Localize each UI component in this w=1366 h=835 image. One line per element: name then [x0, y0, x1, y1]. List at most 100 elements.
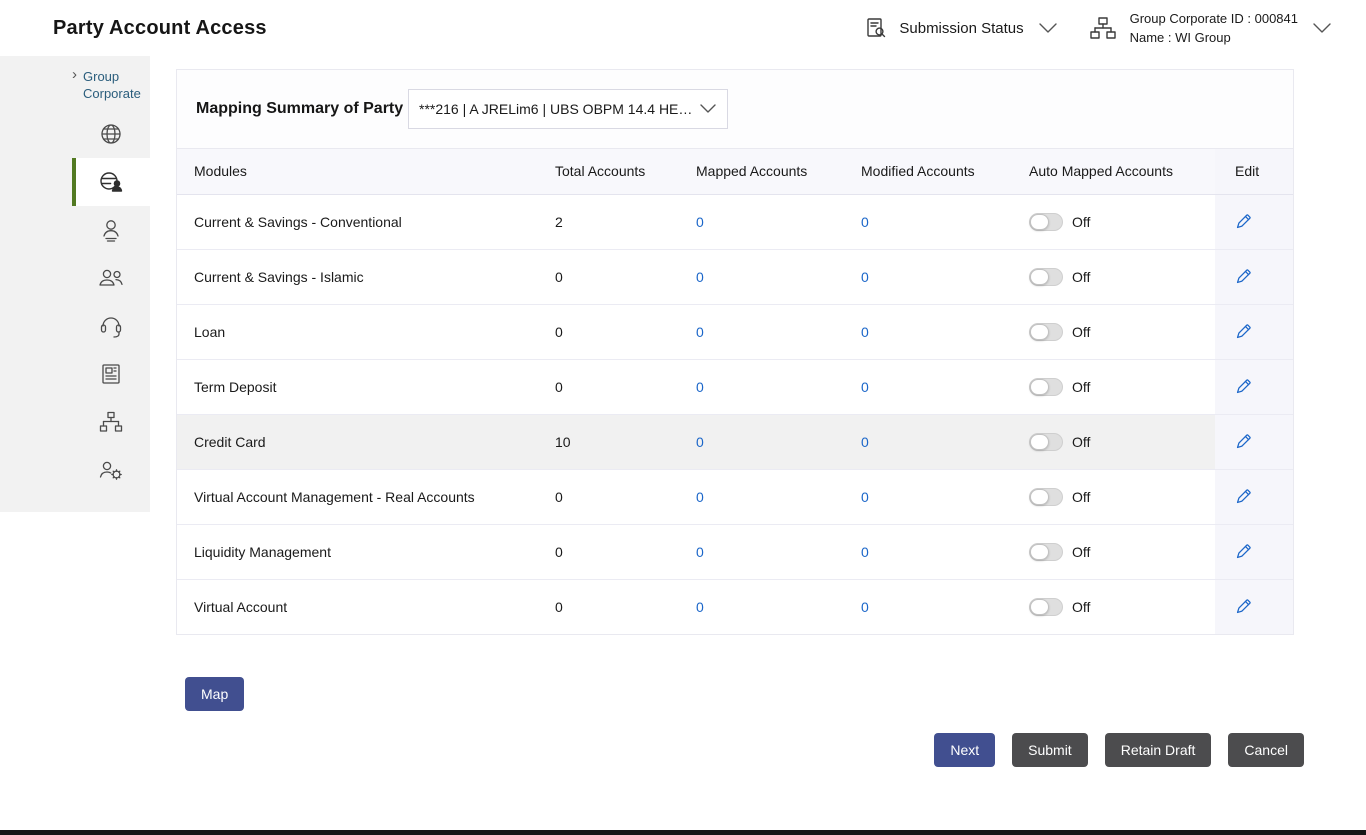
- toggle-state-label: Off: [1072, 599, 1090, 615]
- modified-accounts-link[interactable]: 0: [861, 544, 869, 560]
- toggle-state-label: Off: [1072, 269, 1090, 285]
- sidebar-item-hierarchy[interactable]: [72, 398, 150, 446]
- edit-button[interactable]: [1235, 433, 1252, 450]
- mapped-accounts-link[interactable]: 0: [696, 324, 704, 340]
- edit-pencil-icon: [1235, 213, 1252, 230]
- submission-status-label: Submission Status: [899, 20, 1023, 37]
- module-name: Liquidity Management: [177, 524, 554, 579]
- chevron-down-icon: [1312, 22, 1332, 34]
- page-title: Party Account Access: [53, 17, 267, 40]
- edit-button[interactable]: [1235, 268, 1252, 285]
- support-icon: [99, 313, 123, 339]
- modified-accounts-link[interactable]: 0: [861, 324, 869, 340]
- total-accounts-value: 0: [554, 524, 695, 579]
- table-row: Liquidity Management 0 0 0 Off: [177, 524, 1293, 579]
- mapping-summary-table: Modules Total Accounts Mapped Accounts M…: [177, 149, 1293, 634]
- report-icon: [99, 362, 123, 386]
- group-corporate-switcher[interactable]: Group Corporate ID : 000841 Name : WI Gr…: [1088, 9, 1332, 47]
- sidebar-item-user-settings[interactable]: [72, 446, 150, 494]
- edit-button[interactable]: [1235, 543, 1252, 560]
- col-auto-mapped-accounts: Auto Mapped Accounts: [1028, 149, 1215, 194]
- modified-accounts-link[interactable]: 0: [861, 434, 869, 450]
- globe-icon: [99, 122, 123, 146]
- auto-map-toggle[interactable]: [1029, 323, 1063, 341]
- map-button[interactable]: Map: [185, 677, 244, 711]
- main-content: Mapping Summary of Party ***216 | A JREL…: [150, 56, 1366, 767]
- table-header-row: Modules Total Accounts Mapped Accounts M…: [177, 149, 1293, 194]
- org-chart-icon: [1088, 15, 1118, 41]
- submit-button[interactable]: Submit: [1012, 733, 1088, 767]
- edit-button[interactable]: [1235, 323, 1252, 340]
- col-modules: Modules: [177, 149, 554, 194]
- toggle-state-label: Off: [1072, 214, 1090, 230]
- card-title: Mapping Summary of Party: [196, 100, 408, 118]
- cancel-button[interactable]: Cancel: [1228, 733, 1304, 767]
- mapped-accounts-link[interactable]: 0: [696, 544, 704, 560]
- total-accounts-value: 0: [554, 249, 695, 304]
- modified-accounts-link[interactable]: 0: [861, 214, 869, 230]
- toggle-state-label: Off: [1072, 544, 1090, 560]
- sidebar-item-user-group[interactable]: [72, 254, 150, 302]
- chevron-down-icon: [699, 101, 717, 117]
- edit-pencil-icon: [1235, 433, 1252, 450]
- submission-status-dropdown[interactable]: Submission Status: [865, 16, 1057, 40]
- toggle-state-label: Off: [1072, 379, 1090, 395]
- col-edit: Edit: [1215, 149, 1293, 194]
- sidebar-item-user-profile[interactable]: [72, 206, 150, 254]
- breadcrumb-group-corporate[interactable]: › Group Corporate: [70, 68, 142, 102]
- total-accounts-value: 0: [554, 469, 695, 524]
- module-name: Current & Savings - Conventional: [177, 194, 554, 249]
- modified-accounts-link[interactable]: 0: [861, 269, 869, 285]
- toggle-state-label: Off: [1072, 489, 1090, 505]
- mapped-accounts-link[interactable]: 0: [696, 269, 704, 285]
- submission-status-icon: [865, 16, 887, 40]
- edit-button[interactable]: [1235, 598, 1252, 615]
- modified-accounts-link[interactable]: 0: [861, 599, 869, 615]
- party-select-value: ***216 | A JRELim6 | UBS OBPM 14.4 HE…: [419, 101, 692, 117]
- chevron-down-icon: [1038, 22, 1058, 34]
- group-corporate-id: Group Corporate ID : 000841: [1130, 11, 1298, 26]
- col-total-accounts: Total Accounts: [554, 149, 695, 194]
- modified-accounts-link[interactable]: 0: [861, 489, 869, 505]
- group-corporate-name: Name : WI Group: [1130, 30, 1231, 45]
- table-row: Virtual Account 0 0 0 Off: [177, 579, 1293, 634]
- auto-map-toggle[interactable]: [1029, 213, 1063, 231]
- sidebar-item-party-account-access[interactable]: [72, 158, 150, 206]
- col-mapped-accounts: Mapped Accounts: [695, 149, 860, 194]
- total-accounts-value: 10: [554, 414, 695, 469]
- mapping-summary-card: Mapping Summary of Party ***216 | A JREL…: [176, 69, 1294, 635]
- toggle-state-label: Off: [1072, 324, 1090, 340]
- auto-map-toggle[interactable]: [1029, 488, 1063, 506]
- modified-accounts-link[interactable]: 0: [861, 379, 869, 395]
- next-button[interactable]: Next: [934, 733, 995, 767]
- edit-button[interactable]: [1235, 488, 1252, 505]
- retain-draft-button[interactable]: Retain Draft: [1105, 733, 1212, 767]
- auto-map-toggle[interactable]: [1029, 378, 1063, 396]
- module-name: Current & Savings - Islamic: [177, 249, 554, 304]
- mapped-accounts-link[interactable]: 0: [696, 599, 704, 615]
- edit-pencil-icon: [1235, 323, 1252, 340]
- party-select[interactable]: ***216 | A JRELim6 | UBS OBPM 14.4 HE…: [408, 89, 728, 129]
- auto-map-toggle[interactable]: [1029, 543, 1063, 561]
- toggle-state-label: Off: [1072, 434, 1090, 450]
- mapped-accounts-link[interactable]: 0: [696, 214, 704, 230]
- edit-pencil-icon: [1235, 543, 1252, 560]
- mapped-accounts-link[interactable]: 0: [696, 434, 704, 450]
- edit-pencil-icon: [1235, 268, 1252, 285]
- auto-map-toggle[interactable]: [1029, 268, 1063, 286]
- sidebar-item-globe[interactable]: [72, 110, 150, 158]
- toggle-knob: [1030, 214, 1049, 230]
- edit-button[interactable]: [1235, 378, 1252, 395]
- toggle-knob: [1030, 489, 1049, 505]
- sidebar-item-support[interactable]: [72, 302, 150, 350]
- breadcrumb-label: Group Corporate: [70, 68, 142, 102]
- auto-map-toggle[interactable]: [1029, 598, 1063, 616]
- user-settings-icon: [98, 458, 124, 482]
- edit-button[interactable]: [1235, 213, 1252, 230]
- mapped-accounts-link[interactable]: 0: [696, 379, 704, 395]
- mapped-accounts-link[interactable]: 0: [696, 489, 704, 505]
- sidebar-item-report[interactable]: [72, 350, 150, 398]
- party-account-access-icon: [98, 170, 124, 194]
- total-accounts-value: 0: [554, 359, 695, 414]
- auto-map-toggle[interactable]: [1029, 433, 1063, 451]
